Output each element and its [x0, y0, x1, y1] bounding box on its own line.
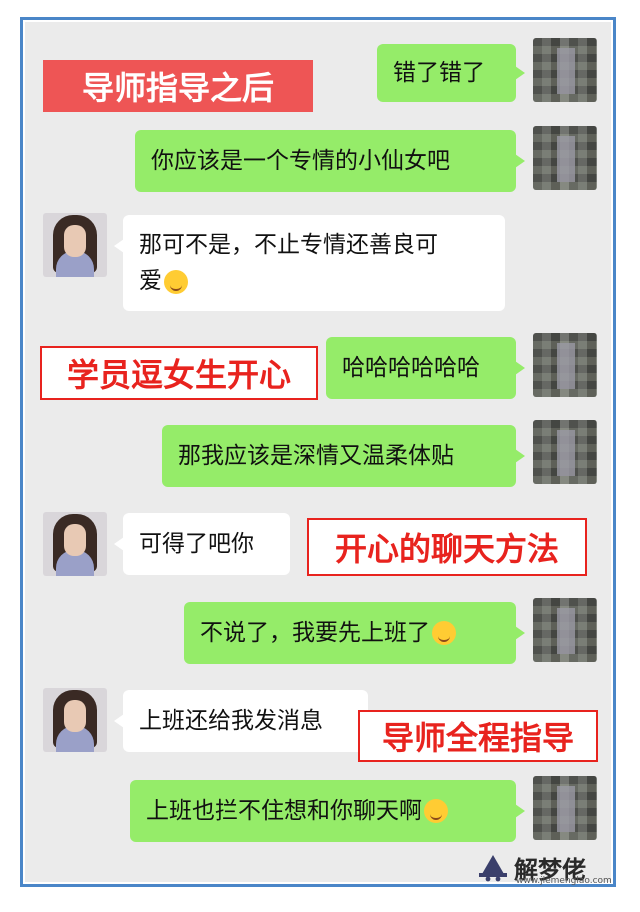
message-text: 爱 [139, 268, 162, 294]
message-text: 可得了吧你 [139, 531, 254, 557]
message-text: 上班也拦不住想和你聊天啊 [146, 798, 422, 824]
message-text: 错了错了 [393, 60, 485, 86]
chat-bubble[interactable]: 上班也拦不住想和你聊天啊 [130, 780, 525, 842]
message-text: 你应该是一个专情的小仙女吧 [151, 148, 450, 174]
avatar[interactable] [43, 688, 107, 752]
avatar[interactable] [533, 38, 597, 102]
wizard-hat-logo-icon [479, 854, 507, 881]
chat-bubble[interactable]: 可得了吧你 [114, 513, 290, 575]
chat-bubble[interactable]: 那可不是，不止专情还善良可 爱 [114, 215, 505, 311]
thinking-emoji-icon [424, 799, 448, 823]
heart-eyes-emoji-icon [164, 269, 188, 294]
chat-bubble[interactable]: 上班还给我发消息 [114, 690, 368, 752]
chat-bubble[interactable]: 不说了，我要先上班了 [184, 602, 525, 664]
avatar[interactable] [533, 420, 597, 484]
avatar[interactable] [533, 776, 597, 840]
tag-mentor-full: 导师全程指导 [358, 710, 598, 762]
avatar[interactable] [533, 598, 597, 662]
tag-student-amuse: 学员逗女生开心 [40, 346, 318, 400]
message-text: 上班还给我发消息 [139, 708, 323, 734]
message-text: 哈哈哈哈哈哈 [342, 355, 480, 381]
avatar[interactable] [43, 512, 107, 576]
chat-bubble[interactable]: 哈哈哈哈哈哈 [326, 337, 525, 399]
watermark-url: www.jiemenglao.com [516, 876, 612, 886]
message-text: 那我应该是深情又温柔体贴 [178, 443, 454, 469]
tag-happy-method: 开心的聊天方法 [307, 518, 587, 576]
crying-laughing-emoji-icon [432, 621, 456, 645]
avatar[interactable] [43, 213, 107, 277]
chat-bubble[interactable]: 那我应该是深情又温柔体贴 [162, 425, 525, 487]
chat-bubble[interactable]: 你应该是一个专情的小仙女吧 [135, 130, 525, 192]
message-text: 那可不是，不止专情还善良可 [139, 232, 438, 258]
message-text: 不说了，我要先上班了 [200, 620, 430, 646]
chat-bubble[interactable]: 错了错了 [377, 44, 525, 102]
avatar[interactable] [533, 126, 597, 190]
avatar[interactable] [533, 333, 597, 397]
tag-mentor-after: 导师指导之后 [43, 60, 313, 112]
